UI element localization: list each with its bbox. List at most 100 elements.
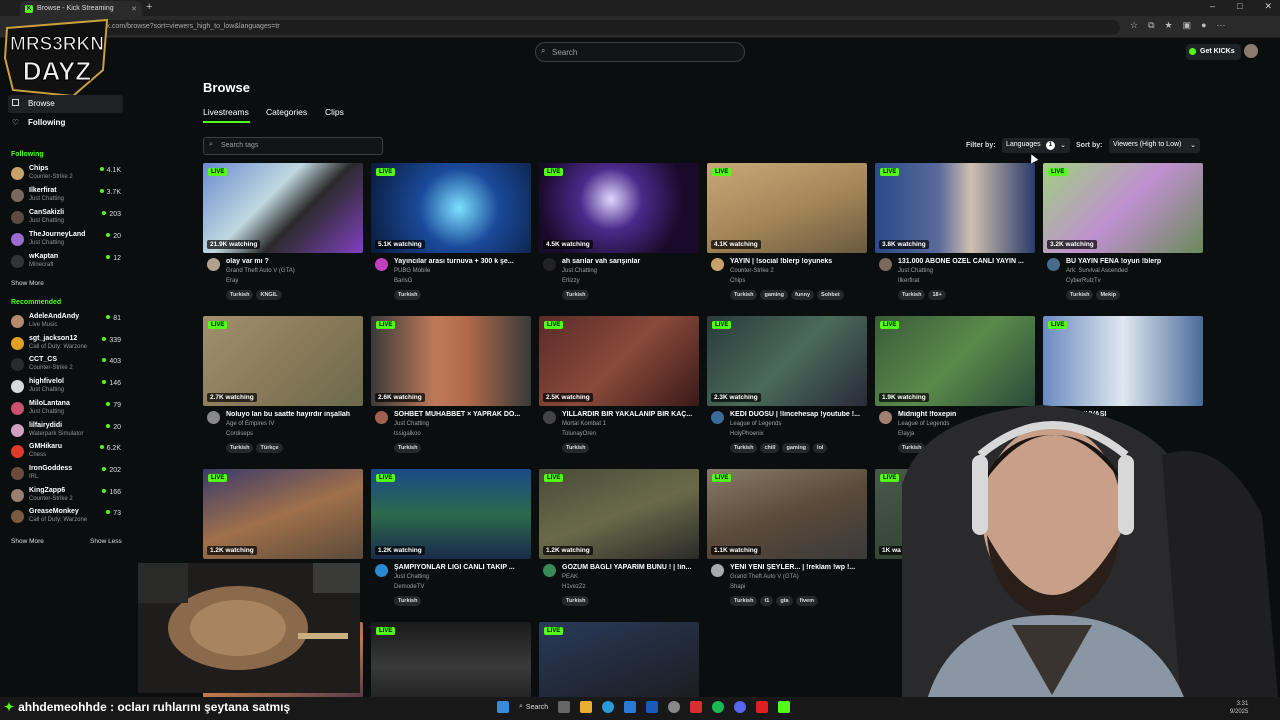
tag-chip[interactable]: Turkish (1066, 290, 1094, 300)
new-tab-button[interactable]: + (146, 1, 152, 13)
stream-thumbnail[interactable]: LIVE 3.8K watching (875, 163, 1035, 253)
stream-thumbnail[interactable]: LIVE 2.6K watching (371, 316, 531, 406)
minimize-button[interactable]: – (1210, 1, 1215, 12)
stream-title[interactable]: YAYIN | !social !blerp !oyuneks (730, 258, 866, 265)
avatar[interactable] (879, 258, 892, 271)
sidebar-channel[interactable]: CanSakizli Just Chatting 203 (11, 209, 123, 229)
tag-chip[interactable]: Turkish (730, 443, 758, 453)
search-input[interactable]: Search (535, 42, 745, 62)
stream-title[interactable]: YILLARDIR BİR YAKALANIP BİR KAÇ... (562, 411, 698, 418)
sidebar-channel[interactable]: IronGoddess IRL 202 (11, 465, 123, 485)
sidebar-channel[interactable]: MiloLantana Just Chatting 79 (11, 400, 123, 420)
browser-tab[interactable]: K Browse - Kick Streaming ✕ (20, 1, 142, 16)
tag-chip[interactable]: Turkish (730, 290, 758, 300)
user-avatar[interactable] (1244, 44, 1258, 58)
tag-chip[interactable]: Turkish (226, 290, 254, 300)
more-icon[interactable]: ⋯ (1217, 20, 1226, 31)
avatar[interactable] (375, 564, 388, 577)
stream-category[interactable]: Ark: Survival Ascended (1066, 268, 1128, 274)
tag-chip[interactable]: fivem (795, 596, 818, 606)
store-icon[interactable] (624, 701, 637, 713)
stream-thumbnail[interactable]: LIVE 2.5K watching (539, 316, 699, 406)
stream-thumbnail[interactable]: LIVE 1.1K watching (707, 469, 867, 559)
stream-thumbnail[interactable]: LIVE 2.3K watching (707, 316, 867, 406)
streamer-name[interactable]: Chips (730, 278, 745, 284)
stream-thumbnail[interactable]: LIVE 1.2K watching (371, 469, 531, 559)
stream-title[interactable]: Noluyo lan bu saatte hayırdır inşallah (226, 411, 362, 418)
avatar[interactable] (711, 258, 724, 271)
stream-thumbnail[interactable]: LIVE 1.2K watching (203, 469, 363, 559)
tag-chip[interactable]: Turkish (562, 443, 590, 453)
settings-icon[interactable] (668, 701, 681, 713)
stream-category[interactable]: Age of Empires IV (226, 421, 274, 427)
stream-category[interactable]: Mortal Kombat 1 (562, 421, 606, 427)
streamer-name[interactable]: Erlizzy (562, 278, 580, 284)
avatar[interactable] (543, 411, 556, 424)
avatar[interactable] (375, 258, 388, 271)
stream-title[interactable]: Yayıncılar arası turnuva + 300 k şe... (394, 258, 530, 265)
tag-chip[interactable]: chill (760, 443, 780, 453)
avatar[interactable] (543, 564, 556, 577)
sidebar-channel[interactable]: lilfairydidi Waterpark Simulator 20 (11, 422, 123, 442)
stream-thumbnail[interactable]: LIVE (1043, 316, 1203, 406)
stream-category[interactable]: Grand Theft Auto V (GTA) (730, 574, 799, 580)
tag-chip[interactable]: Turkish (394, 443, 422, 453)
spotify-icon[interactable] (712, 701, 725, 713)
stream-thumbnail[interactable]: LIVE 5.1K watching (371, 163, 531, 253)
sidebar-channel[interactable]: GreaseMonkey Call of Duty: Warzone 73 (11, 508, 123, 528)
streamer-name[interactable]: Shapi (730, 584, 745, 590)
stream-title[interactable]: ah sarılar vah sarışınlar (562, 258, 698, 265)
stream-thumbnail[interactable]: LIVE 1.9K watching (875, 316, 1035, 406)
avatar[interactable] (711, 564, 724, 577)
streamer-name[interactable]: CyberRulzTv (1066, 278, 1101, 284)
extensions-icon[interactable]: ⧉ (1148, 20, 1154, 31)
stream-category[interactable]: League of Legends (730, 421, 781, 427)
sidebar-channel[interactable]: TheJourneyLand Just Chatting 20 (11, 231, 123, 251)
tag-chip[interactable]: lol (813, 443, 828, 453)
languages-filter-button[interactable]: Languages ⌄ (1002, 138, 1070, 153)
stream-category[interactable]: Just Chatting (394, 574, 429, 580)
stream-category[interactable]: PEAK (562, 574, 578, 580)
streamer-name[interactable]: Ilkerfirat (898, 278, 919, 284)
star-icon[interactable]: ☆ (1130, 20, 1138, 31)
avatar[interactable] (1047, 258, 1060, 271)
tag-chip[interactable]: gaming (760, 290, 789, 300)
sidebar-channel[interactable]: wKaptan Minecraft 12 (11, 253, 123, 273)
streamer-name[interactable]: BarisG (394, 278, 412, 284)
tag-chip[interactable]: Turkish (562, 290, 590, 300)
stream-category[interactable]: Just Chatting (562, 268, 597, 274)
avatar[interactable] (207, 258, 220, 271)
show-less-recommended[interactable]: Show Less (90, 538, 122, 545)
sort-dropdown[interactable]: Viewers (High to Low) ⌄ (1109, 138, 1200, 153)
stream-title[interactable]: GÖZÜM BAĞLI YAPARIM BUNU ! | !in... (562, 564, 698, 571)
collections-icon[interactable]: ▣ (1183, 20, 1192, 31)
show-more-following[interactable]: Show More (11, 280, 44, 287)
sidebar-channel[interactable]: sgt_jackson12 Call of Duty: Warzone 339 (11, 335, 123, 355)
avatar[interactable] (207, 411, 220, 424)
stream-thumbnail[interactable]: LIVE 2.7K watching (203, 316, 363, 406)
tag-chip[interactable]: Mekip (1096, 290, 1121, 300)
stream-thumbnail[interactable]: LIVE 3.2K watching (1043, 163, 1203, 253)
sidebar-channel[interactable]: highfivelol Just Chatting 146 (11, 378, 123, 398)
close-window-button[interactable]: ✕ (1264, 1, 1272, 12)
stream-thumbnail[interactable]: LIVE 4.5K watching (539, 163, 699, 253)
stream-title[interactable]: 131.000 ABONE ÖZEL CANLI YAYIN ... (898, 258, 1034, 265)
favorites-icon[interactable]: ★ (1165, 20, 1173, 31)
streamer-name[interactable]: TolunayOren (562, 431, 596, 437)
tag-chip[interactable]: Turkish (898, 290, 926, 300)
streamer-name[interactable]: DemodeTV (394, 584, 424, 590)
stream-thumbnail[interactable]: LIVE 4.1K watching (707, 163, 867, 253)
outlook-icon[interactable] (646, 701, 659, 713)
tag-chip[interactable]: gta (776, 596, 793, 606)
streamer-name[interactable]: HolyPhoenix (730, 431, 764, 437)
discord-icon[interactable] (734, 701, 747, 713)
avatar[interactable] (543, 258, 556, 271)
stream-category[interactable]: Counter-Strike 2 (730, 268, 774, 274)
tag-chip[interactable]: Turkish (226, 443, 254, 453)
tag-chip[interactable]: Sohbet (817, 290, 844, 300)
sidebar-channel[interactable]: KingZapp6 Counter-Strike 2 166 (11, 487, 123, 507)
stream-title[interactable]: BU YAYIN FENA !oyun !blerp (1066, 258, 1202, 265)
tag-chip[interactable]: Turkish (394, 290, 422, 300)
file-explorer-icon[interactable] (580, 701, 593, 713)
sidebar-channel[interactable]: AdeleAndAndy Live Music 81 (11, 313, 123, 333)
